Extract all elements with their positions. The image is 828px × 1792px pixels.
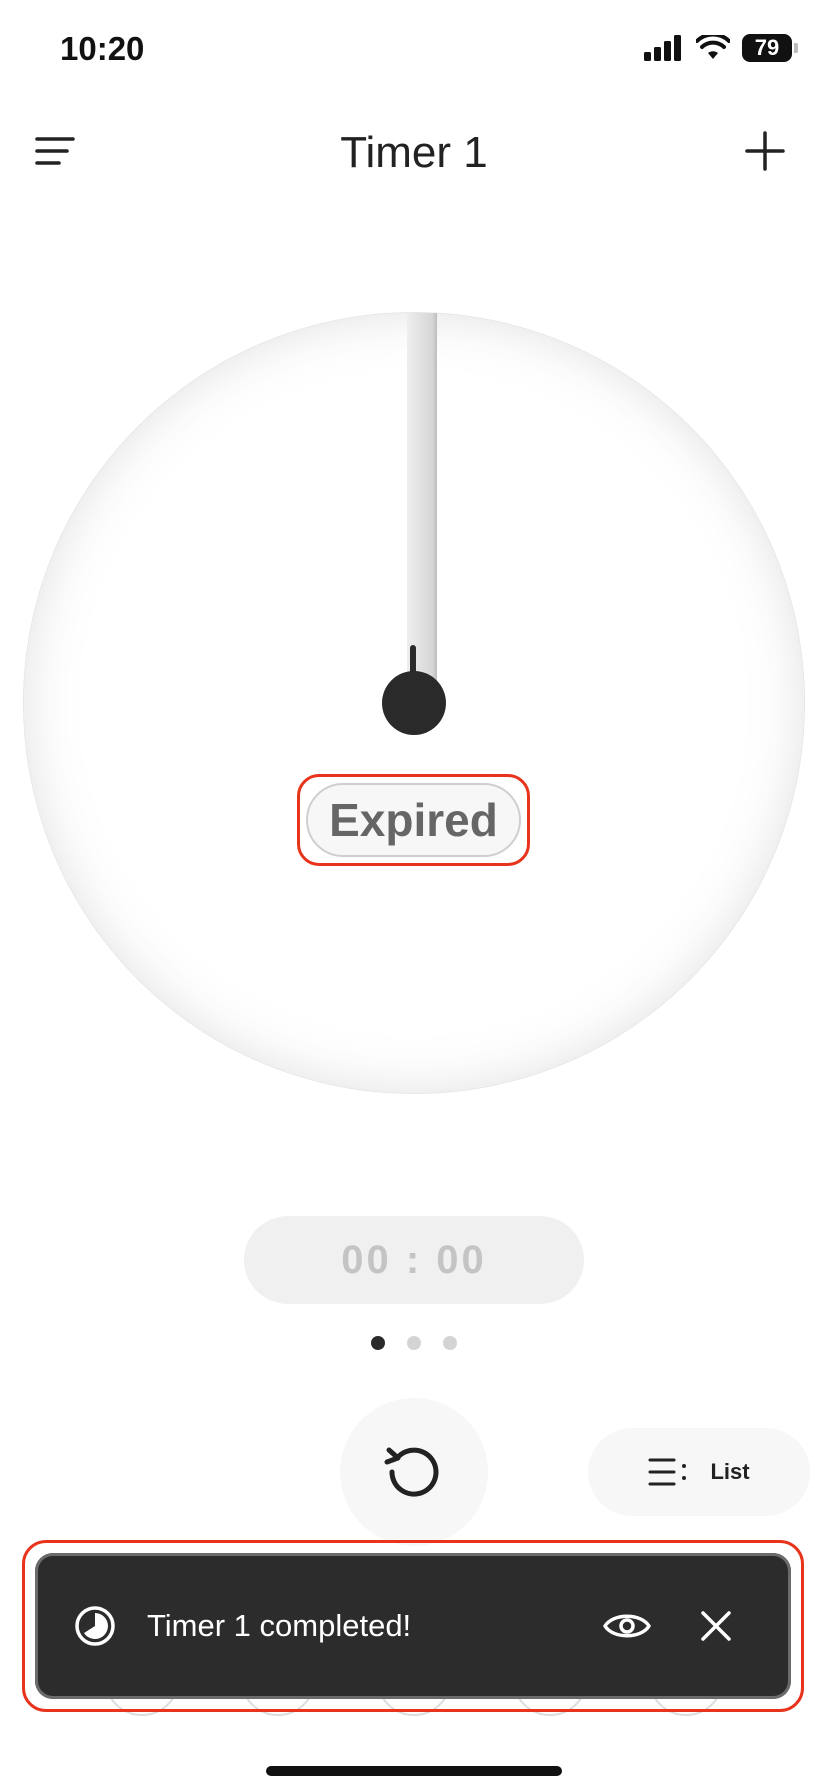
timer-icon xyxy=(75,1606,115,1646)
reset-icon xyxy=(384,1447,439,1497)
expired-highlight: Expired xyxy=(297,774,530,866)
battery-indicator: 79 xyxy=(742,34,798,62)
timer-state-badge: Expired xyxy=(306,783,521,857)
status-icons: 79 xyxy=(644,34,798,62)
page-dot[interactable] xyxy=(371,1336,385,1350)
eye-icon xyxy=(603,1614,651,1638)
close-icon xyxy=(701,1611,731,1641)
reset-button[interactable] xyxy=(340,1398,488,1546)
toast-highlight: Timer 1 completed! xyxy=(22,1540,804,1712)
page-dot[interactable] xyxy=(443,1336,457,1350)
wifi-icon xyxy=(696,35,730,59)
plus-icon xyxy=(745,131,785,171)
timer-dial[interactable]: Expired xyxy=(24,313,804,1093)
home-indicator[interactable] xyxy=(266,1766,562,1776)
toast-timer-icon xyxy=(73,1604,117,1648)
status-time: 10:20 xyxy=(60,30,145,67)
status-bar: 10:20 79 xyxy=(0,0,828,100)
list-button[interactable]: List xyxy=(588,1428,810,1516)
completion-toast: Timer 1 completed! xyxy=(35,1553,791,1699)
page-title: Timer 1 xyxy=(340,128,488,177)
page-indicator xyxy=(0,1336,828,1350)
list-button-label: List xyxy=(710,1459,750,1484)
list-icon xyxy=(648,1458,687,1486)
cellular-signal-icon xyxy=(644,35,681,61)
dial-hand-knob[interactable] xyxy=(382,671,446,735)
page-dot[interactable] xyxy=(407,1336,421,1350)
toast-view-button[interactable] xyxy=(597,1596,657,1656)
header: Timer 1 xyxy=(0,110,828,190)
add-timer-button[interactable] xyxy=(740,126,790,176)
toast-close-button[interactable] xyxy=(691,1601,741,1651)
time-remaining-display[interactable]: 00 : 00 xyxy=(244,1216,584,1304)
toast-message: Timer 1 completed! xyxy=(147,1608,412,1643)
